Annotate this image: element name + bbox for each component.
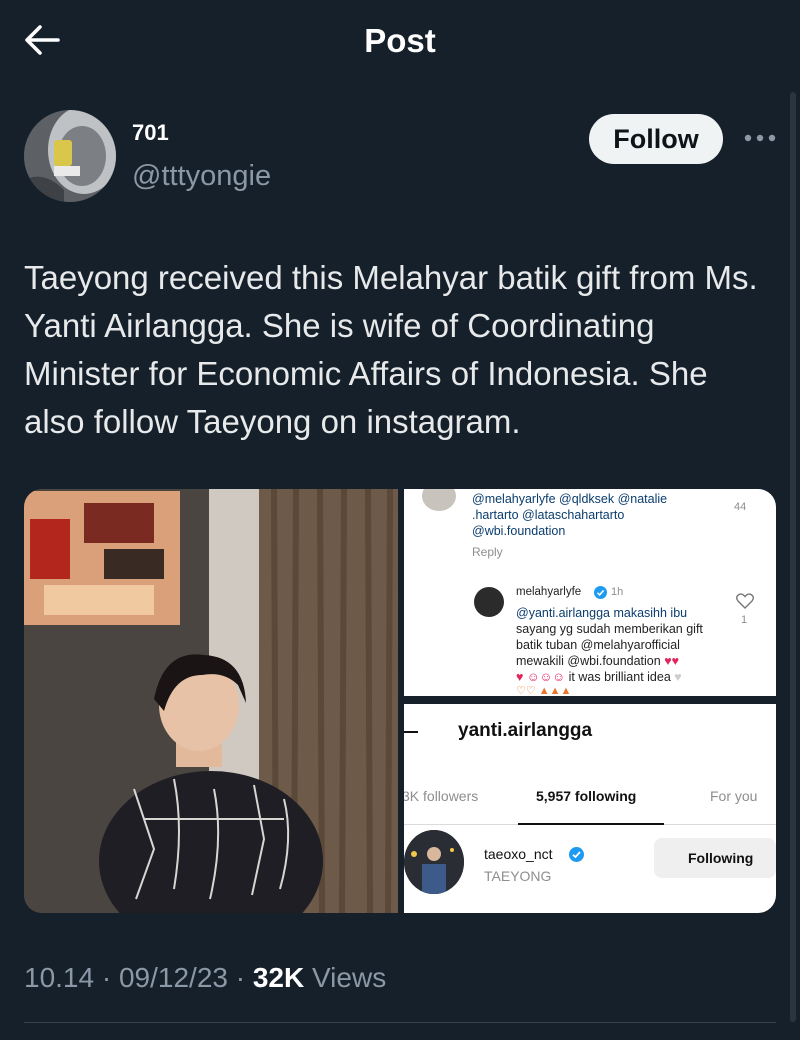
reply-line: @yanti.airlangga makasihh ibu: [516, 606, 687, 621]
post-date[interactable]: 09/12/23: [119, 962, 228, 993]
tab-for-you[interactable]: For you: [710, 788, 757, 804]
reply-line-5: ♥ ☺☺☺ it was brilliant idea ♥: [516, 670, 682, 685]
reply-avatar: [474, 587, 504, 617]
avatar[interactable]: [24, 110, 116, 202]
heart-icon[interactable]: [736, 593, 754, 609]
active-tab-indicator: [518, 823, 664, 825]
reply-text: @yanti.airlangga makasihh ibu: [516, 606, 688, 620]
verified-badge-icon: [594, 586, 607, 599]
comment-line: @melahyarlyfe @qldksek @natalie: [472, 492, 668, 506]
verified-badge-icon: [569, 847, 584, 862]
top-bar: Post: [0, 0, 800, 82]
reply-text: mewakili @wbi.foundation: [516, 654, 661, 668]
post-meta: 10.14 · 09/12/23 · 32K Views: [24, 962, 386, 994]
following-screenshot[interactable]: yanti.airlangga 3K followers 5,957 follo…: [404, 704, 776, 913]
reply-time: 1h: [611, 586, 624, 598]
separator: ·: [235, 962, 246, 993]
display-name[interactable]: 701: [132, 120, 169, 146]
commenter-avatar: [422, 489, 456, 511]
tab-followers[interactable]: 3K followers: [404, 788, 478, 804]
follow-button[interactable]: Follow: [589, 114, 723, 164]
reply-text: sayang yg sudah memberikan gift: [516, 622, 703, 636]
handle[interactable]: @tttyongie: [132, 160, 271, 193]
author-row: 701 @tttyongie Follow: [24, 110, 784, 210]
tweet-text: Taeyong received this Melahyar batik gif…: [24, 259, 758, 440]
divider: [24, 1022, 776, 1023]
views-count: 32K: [252, 962, 305, 993]
comment-line: @wbi.foundation: [472, 524, 566, 538]
hearts-emoji: ♥♥: [664, 654, 680, 668]
reply-text: batik tuban @melahyarofficial: [516, 638, 680, 652]
reply-link[interactable]: Reply: [472, 545, 503, 560]
scrollbar[interactable]: [790, 92, 796, 1022]
following-username[interactable]: taeoxo_nct: [484, 846, 553, 862]
back-icon[interactable]: [404, 731, 418, 733]
comment-screenshot[interactable]: @melahyarlyfe @qldksek @natalie .hartart…: [404, 489, 776, 696]
comment-line: .hartarto @lataschahartarto: [472, 508, 625, 522]
reply-line-4: mewakili @wbi.foundation ♥♥: [516, 654, 679, 669]
following-avatar[interactable]: [404, 830, 464, 894]
separator: ·: [101, 962, 112, 993]
page-title: Post: [364, 22, 436, 59]
white-heart-emoji: ♥: [674, 670, 682, 684]
views-label: Views: [312, 962, 387, 993]
photo-person[interactable]: [24, 489, 398, 913]
media-grid[interactable]: @melahyarlyfe @qldksek @natalie .hartart…: [24, 489, 776, 913]
reply-username[interactable]: melahyarlyfe: [516, 585, 581, 600]
tab-following[interactable]: 5,957 following: [536, 788, 636, 804]
like-count: 44: [734, 501, 747, 513]
more-options-icon[interactable]: [740, 120, 780, 156]
following-name: TAEYONG: [484, 868, 552, 884]
emoji-row-2: ♡♡ ▲▲▲: [516, 685, 572, 696]
post-time[interactable]: 10.14: [24, 962, 94, 993]
profile-username: yanti.airlangga: [458, 720, 593, 741]
reply-text: it was brilliant idea: [568, 670, 671, 684]
emoji-row: ♥ ☺☺☺: [516, 670, 569, 684]
following-button[interactable]: Following: [654, 838, 776, 878]
like-count: 1: [741, 614, 748, 626]
